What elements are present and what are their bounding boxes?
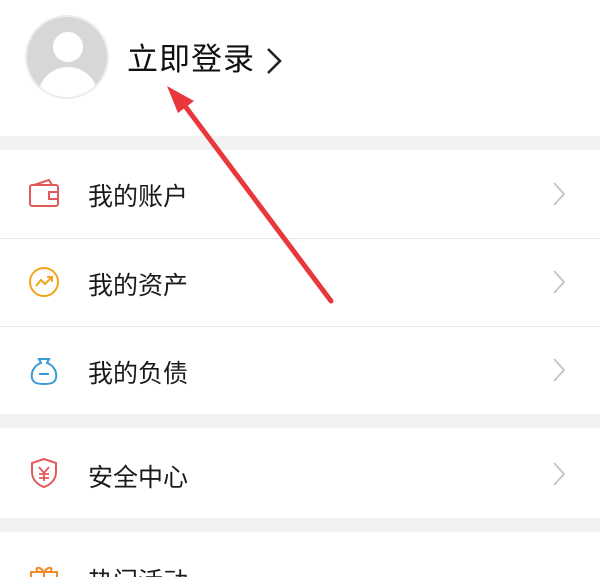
menu-item-my-liabilities[interactable]: 我的负债 [0, 327, 600, 414]
avatar-body-shape [38, 67, 98, 97]
menu-item-my-account[interactable]: 我的账户 [0, 150, 600, 238]
profile-header: 立即登录 [0, 0, 600, 136]
menu-item-security-center[interactable]: 安全中心 [0, 428, 600, 518]
trend-up-icon [29, 267, 59, 297]
section-divider [0, 414, 600, 428]
menu-item-label: 我的账户 [88, 182, 189, 211]
login-link[interactable]: 立即登录 [127, 38, 255, 82]
avatar-head-shape [53, 32, 83, 62]
chevron-right-icon [553, 182, 566, 206]
money-bag-icon [30, 358, 58, 386]
section-divider [0, 136, 600, 150]
chevron-right-icon[interactable] [264, 46, 284, 76]
menu-item-label: 我的负债 [88, 359, 189, 388]
chevron-right-icon [553, 462, 566, 486]
menu-item-label: 热门活动 [88, 562, 188, 577]
chevron-right-icon [553, 270, 566, 294]
menu-item-my-assets[interactable]: 我的资产 [0, 239, 600, 326]
menu-item-label: 安全中心 [88, 463, 189, 492]
shield-yen-icon [31, 457, 57, 489]
menu-item-hot-events[interactable]: 热门活动 [0, 532, 600, 577]
chevron-right-icon [553, 358, 566, 382]
menu-item-label: 我的资产 [88, 271, 189, 300]
section-divider [0, 518, 600, 532]
gift-box-icon [30, 566, 58, 577]
avatar[interactable] [25, 15, 109, 99]
wallet-icon [29, 178, 59, 207]
